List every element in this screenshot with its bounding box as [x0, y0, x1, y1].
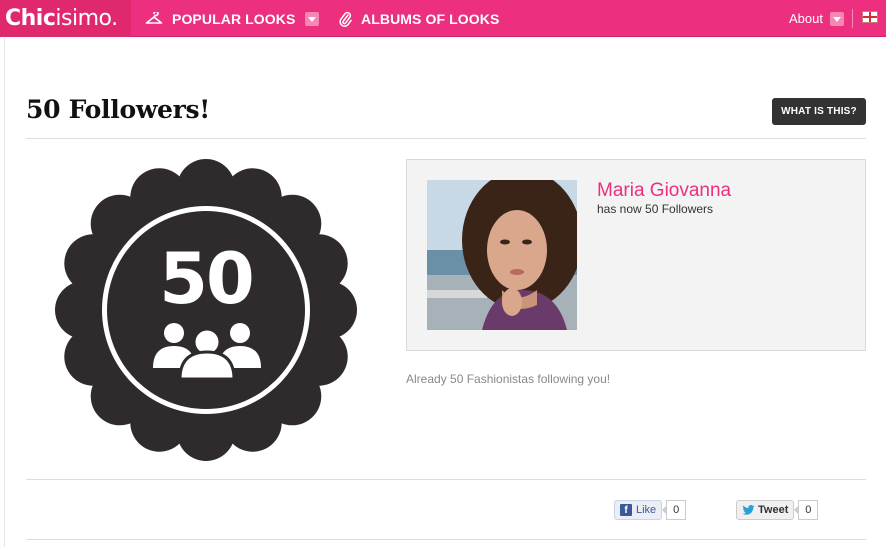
left-border [4, 38, 5, 547]
nav-popular-looks-label: POPULAR LOOKS [172, 10, 296, 27]
facebook-like-label: Like [636, 504, 657, 516]
congrats-message: Already 50 Fashionistas following you! [406, 372, 611, 386]
tweet-button[interactable]: Tweet [736, 500, 795, 520]
tweet-widget: Tweet 0 [736, 500, 819, 520]
logo-text-bold: Chic [5, 6, 56, 31]
nav-albums-of-looks-label: ALBUMS OF LOOKS [361, 10, 500, 27]
language-flag-icon[interactable] [862, 11, 878, 23]
divider-bottom [26, 539, 866, 540]
followers-badge: 50 [55, 159, 357, 461]
top-navbar: Chic isimo. POPULAR LOOKS ALBUMS OF LOOKS… [0, 0, 886, 37]
site-logo[interactable]: Chic isimo. [0, 0, 131, 37]
what-is-this-button[interactable]: WHAT IS THIS? [772, 98, 866, 125]
tweet-count: 0 [794, 500, 819, 520]
facebook-icon: f [620, 504, 632, 516]
facebook-like-widget: f Like 0 [614, 500, 687, 520]
user-subtitle: has now 50 Followers [597, 202, 714, 216]
profile-photo-image [427, 180, 577, 330]
popular-looks-dropdown-button[interactable] [305, 11, 320, 26]
hanger-icon [145, 11, 163, 24]
nav-about-label: About [789, 11, 823, 26]
tweet-label: Tweet [758, 504, 789, 516]
paperclip-icon [339, 11, 352, 27]
nav-albums-of-looks[interactable]: ALBUMS OF LOOKS [338, 0, 499, 37]
profile-photo[interactable] [427, 180, 577, 330]
badge-number: 50 [159, 238, 252, 320]
divider-middle [26, 479, 866, 480]
profile-card: Maria Giovanna has now 50 Followers [406, 159, 866, 351]
page-title: 50 Followers! [26, 95, 210, 124]
nav-about[interactable]: About [789, 0, 844, 37]
about-dropdown-button[interactable] [829, 11, 844, 26]
divider-top [26, 138, 866, 139]
user-name-link[interactable]: Maria Giovanna [597, 180, 731, 202]
facebook-like-button[interactable]: f Like [614, 500, 663, 520]
facebook-like-count: 0 [662, 500, 687, 520]
twitter-bird-icon [742, 505, 755, 515]
nav-divider [852, 9, 853, 28]
nav-popular-looks[interactable]: POPULAR LOOKS [145, 0, 320, 37]
logo-text-light: isimo. [55, 6, 118, 31]
